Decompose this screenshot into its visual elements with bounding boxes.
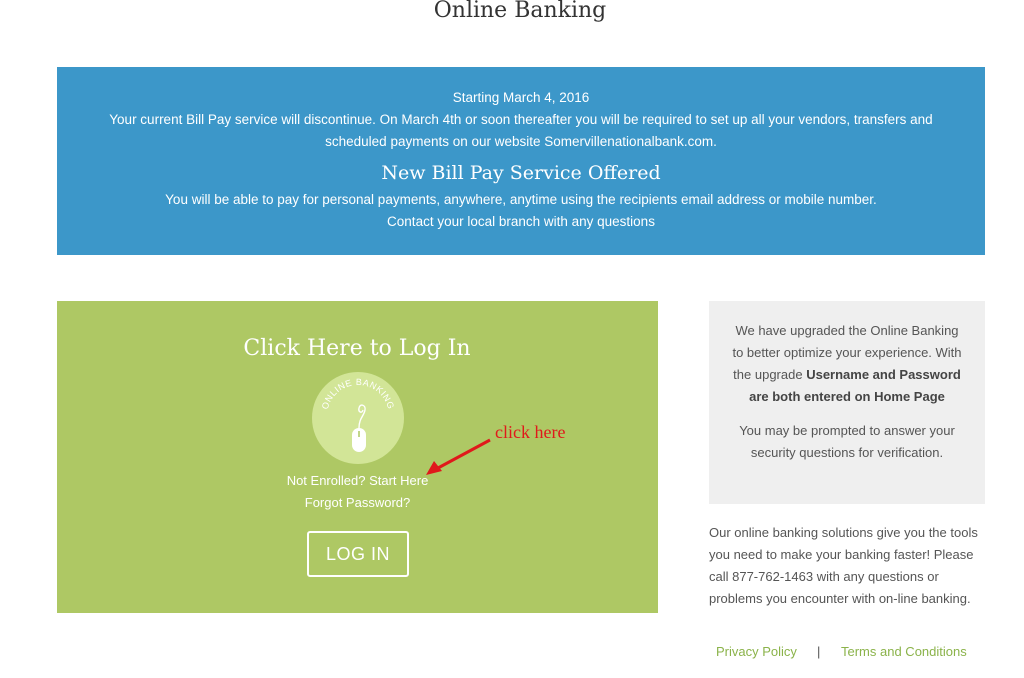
notice-heading: New Bill Pay Service Offered (381, 162, 661, 184)
notice-text-line: Your current Bill Pay service will disco… (109, 112, 933, 127)
privacy-policy-link[interactable]: Privacy Policy (716, 644, 797, 659)
bill-pay-notice: Starting March 4, 2016 Your current Bill… (57, 67, 985, 255)
annotation-label: click here (495, 422, 566, 442)
log-in-button[interactable]: LOG IN (307, 531, 409, 577)
terms-link[interactable]: Terms and Conditions (841, 644, 967, 659)
mouse-icon: ONLINE BANKING (320, 377, 396, 452)
login-title[interactable]: Click Here to Log In (57, 336, 657, 361)
forgot-password-link[interactable]: Forgot Password? (57, 495, 658, 510)
upgrade-notice: We have upgraded the Online Banking to b… (709, 301, 985, 504)
notice-text-line: Contact your local branch with any quest… (387, 214, 655, 229)
logo-text: ONLINE BANKING (320, 377, 396, 411)
svg-text:ONLINE BANKING: ONLINE BANKING (320, 377, 396, 411)
notice-text-line: You will be able to pay for personal pay… (165, 192, 877, 207)
enroll-link[interactable]: Not Enrolled? Start Here (57, 473, 658, 488)
footer-separator: | (817, 644, 821, 659)
annotation-arrow-icon (426, 438, 491, 475)
security-questions-text: You may be prompted to answer your secur… (739, 423, 955, 460)
login-panel: Click Here to Log In ONLINE BANKING Not … (57, 301, 658, 613)
notice-date: Starting March 4, 2016 (452, 90, 590, 105)
online-banking-logo[interactable]: ONLINE BANKING (312, 372, 404, 464)
notice-text-line: scheduled payments on our website Somerv… (325, 134, 717, 149)
page-title: Online Banking (433, 0, 607, 23)
info-text: Our online banking solutions give you th… (709, 525, 978, 606)
